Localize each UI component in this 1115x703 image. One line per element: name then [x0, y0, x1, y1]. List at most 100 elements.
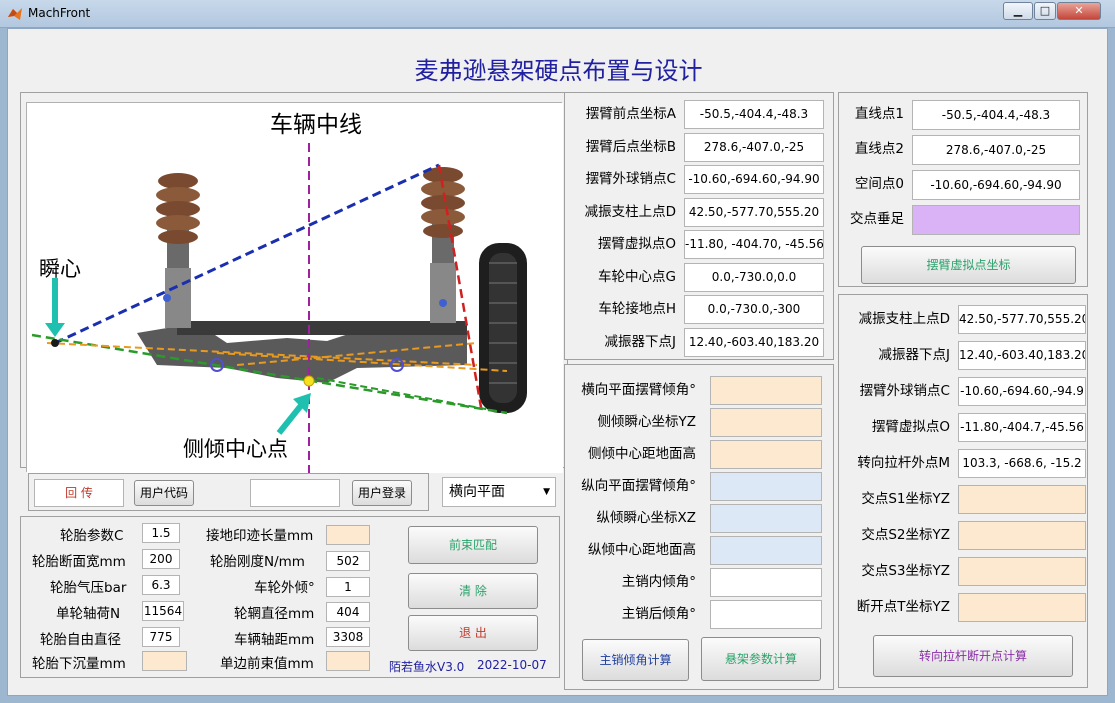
- line-point-label: 直线点1: [854, 106, 904, 122]
- toe-field[interactable]: [326, 651, 370, 671]
- result-label: 纵倾瞬心坐标XZ: [596, 510, 697, 526]
- hardpoint-field[interactable]: 0.0,-730.0,0.0: [684, 262, 824, 292]
- date-text: 2022-10-07: [477, 658, 547, 672]
- tierod-point-field[interactable]: [958, 557, 1086, 586]
- tire-stiffness-label: 轮胎刚度N/mm: [210, 554, 305, 570]
- hardpoint-field[interactable]: 42.50,-577.70,555.20: [684, 197, 824, 227]
- result-field[interactable]: [710, 440, 822, 469]
- tierod-point-field[interactable]: 103.3, -668.6, -15.2: [958, 449, 1086, 478]
- tierod-point-label: 交点S2坐标YZ: [861, 527, 950, 543]
- close-button[interactable]: ✕: [1057, 2, 1101, 20]
- hardpoint-label: 车轮接地点H: [598, 301, 676, 317]
- tire-param-field[interactable]: 1.5: [142, 523, 180, 543]
- line-point-field[interactable]: [912, 205, 1080, 235]
- line-point-label: 交点垂足: [850, 211, 904, 227]
- clear-button[interactable]: 清 除: [408, 573, 538, 609]
- result-field[interactable]: [710, 408, 822, 437]
- line-point-field[interactable]: 278.6,-407.0,-25: [912, 135, 1080, 165]
- hardpoint-field[interactable]: -11.80, -404.70, -45.56: [684, 230, 824, 259]
- line-point-field[interactable]: -10.60,-694.60,-94.90: [912, 170, 1080, 200]
- kingpin-calc-button[interactable]: 主销倾角计算: [582, 639, 689, 681]
- hardpoint-field[interactable]: -50.5,-404.4,-48.3: [684, 100, 824, 129]
- user-login-button[interactable]: 用户登录: [352, 480, 412, 506]
- result-label: 侧倾瞬心坐标YZ: [597, 414, 697, 430]
- title-bar: MachFront ▁ □ ✕: [0, 0, 1115, 28]
- tire-sink-label: 轮胎下沉量mm: [32, 656, 126, 672]
- result-label: 纵倾中心距地面高: [588, 542, 696, 558]
- line-point-label: 直线点2: [854, 141, 904, 157]
- tire-sink-field[interactable]: [142, 651, 187, 671]
- line-point-field[interactable]: -50.5,-404.4,-48.3: [912, 100, 1080, 130]
- tierod-point-field[interactable]: [958, 485, 1086, 514]
- tire-width-field[interactable]: 200: [142, 549, 180, 569]
- window-title: MachFront: [28, 6, 91, 20]
- tierod-point-label: 减振器下点J: [878, 347, 950, 363]
- tierod-point-label: 减振支柱上点D: [858, 311, 950, 327]
- line-point-label: 空间点0: [854, 176, 904, 192]
- hardpoint-field[interactable]: 0.0,-730.0,-300: [684, 295, 824, 324]
- user-code-button[interactable]: 用户代码: [134, 480, 194, 506]
- contact-length-field[interactable]: [326, 525, 370, 545]
- tire-diameter-field[interactable]: 775: [142, 627, 180, 647]
- hardpoint-label: 摆臂虚拟点O: [597, 236, 676, 252]
- result-field[interactable]: [710, 472, 822, 501]
- hardpoint-field[interactable]: 278.6,-407.0,-25: [684, 132, 824, 162]
- tierod-point-label: 摆臂虚拟点O: [871, 419, 950, 435]
- tire-stiffness-field[interactable]: 502: [326, 551, 370, 571]
- hardpoint-label: 减振器下点J: [604, 333, 676, 350]
- tire-param-label: 轮胎参数C: [60, 528, 124, 544]
- author-text: 陌若鱼水V3.0: [389, 660, 465, 674]
- result-label: 横向平面摆臂倾角°: [581, 382, 696, 398]
- result-field[interactable]: [710, 568, 822, 597]
- instant-center-label: 瞬心: [39, 257, 81, 281]
- tierod-point-label: 摆臂外球销点C: [859, 383, 950, 399]
- tierod-point-field[interactable]: [958, 521, 1086, 550]
- virtual-point-button[interactable]: 摆臂虚拟点坐标: [861, 246, 1076, 284]
- wheelbase-field[interactable]: 3308: [326, 627, 370, 647]
- result-field[interactable]: [710, 504, 822, 533]
- tire-diameter-label: 轮胎自由直径: [40, 632, 121, 648]
- page-title: 麦弗逊悬架硬点布置与设计: [414, 57, 703, 85]
- hardpoint-label: 摆臂前点坐标A: [585, 106, 676, 122]
- tierod-point-field[interactable]: [958, 593, 1086, 622]
- tie-rod-calc-button[interactable]: 转向拉杆断开点计算: [873, 635, 1073, 677]
- result-label: 侧倾中心距地面高: [588, 446, 696, 462]
- tire: [479, 243, 527, 413]
- user-login-input[interactable]: [250, 479, 340, 507]
- result-field[interactable]: [710, 536, 822, 565]
- result-field[interactable]: [710, 600, 822, 629]
- hardpoint-label: 车轮中心点G: [598, 268, 676, 285]
- suspension-diagram: 车辆中线 瞬心 侧倾中心点: [26, 102, 563, 473]
- toe-match-button[interactable]: 前束匹配: [408, 526, 538, 564]
- suspension-calc-button[interactable]: 悬架参数计算: [701, 637, 821, 681]
- hardpoint-field[interactable]: -10.60,-694.60,-94.90: [684, 165, 824, 194]
- result-field[interactable]: [710, 376, 822, 405]
- return-field[interactable]: 回 传: [34, 479, 124, 507]
- camber-label: 车轮外倾°: [254, 580, 315, 596]
- toe-label: 单边前束值mm: [220, 656, 314, 672]
- exit-button[interactable]: 退 出: [408, 615, 538, 651]
- tierod-point-label: 交点S1坐标YZ: [861, 491, 950, 507]
- hardpoint-field[interactable]: 12.40,-603.40,183.20: [684, 327, 824, 357]
- wheel-load-label: 单轮轴荷N: [56, 606, 121, 622]
- tierod-point-field[interactable]: -11.80,-404.7,-45.56: [958, 413, 1086, 442]
- minimize-button[interactable]: ▁: [1003, 2, 1033, 20]
- tierod-point-field[interactable]: -10.60,-694.60,-94.9: [958, 377, 1086, 406]
- tierod-point-label: 转向拉杆外点M: [857, 455, 950, 471]
- contact-length-label: 接地印迹长量mm: [206, 528, 314, 544]
- tierod-point-field[interactable]: 42.50,-577.70,555.20: [958, 305, 1086, 334]
- maximize-button[interactable]: □: [1034, 2, 1056, 20]
- tierod-point-field[interactable]: 12.40,-603.40,183.20: [958, 341, 1086, 370]
- plane-select-value: 横向平面: [449, 484, 505, 500]
- wheel-load-field[interactable]: 11564: [142, 601, 184, 621]
- tire-pressure-field[interactable]: 6.3: [142, 575, 180, 595]
- instant-center-point: [51, 339, 59, 347]
- hardpoint-label: 减振支柱上点D: [584, 203, 676, 220]
- tire-width-label: 轮胎断面宽mm: [32, 554, 126, 570]
- result-label: 主销后倾角°: [621, 606, 696, 622]
- plane-select[interactable]: 横向平面 ▼: [442, 477, 556, 507]
- roll-center-point: [303, 375, 315, 387]
- camber-field[interactable]: 1: [326, 577, 370, 597]
- tierod-point-label: 交点S3坐标YZ: [861, 563, 950, 579]
- rim-diameter-field[interactable]: 404: [326, 602, 370, 622]
